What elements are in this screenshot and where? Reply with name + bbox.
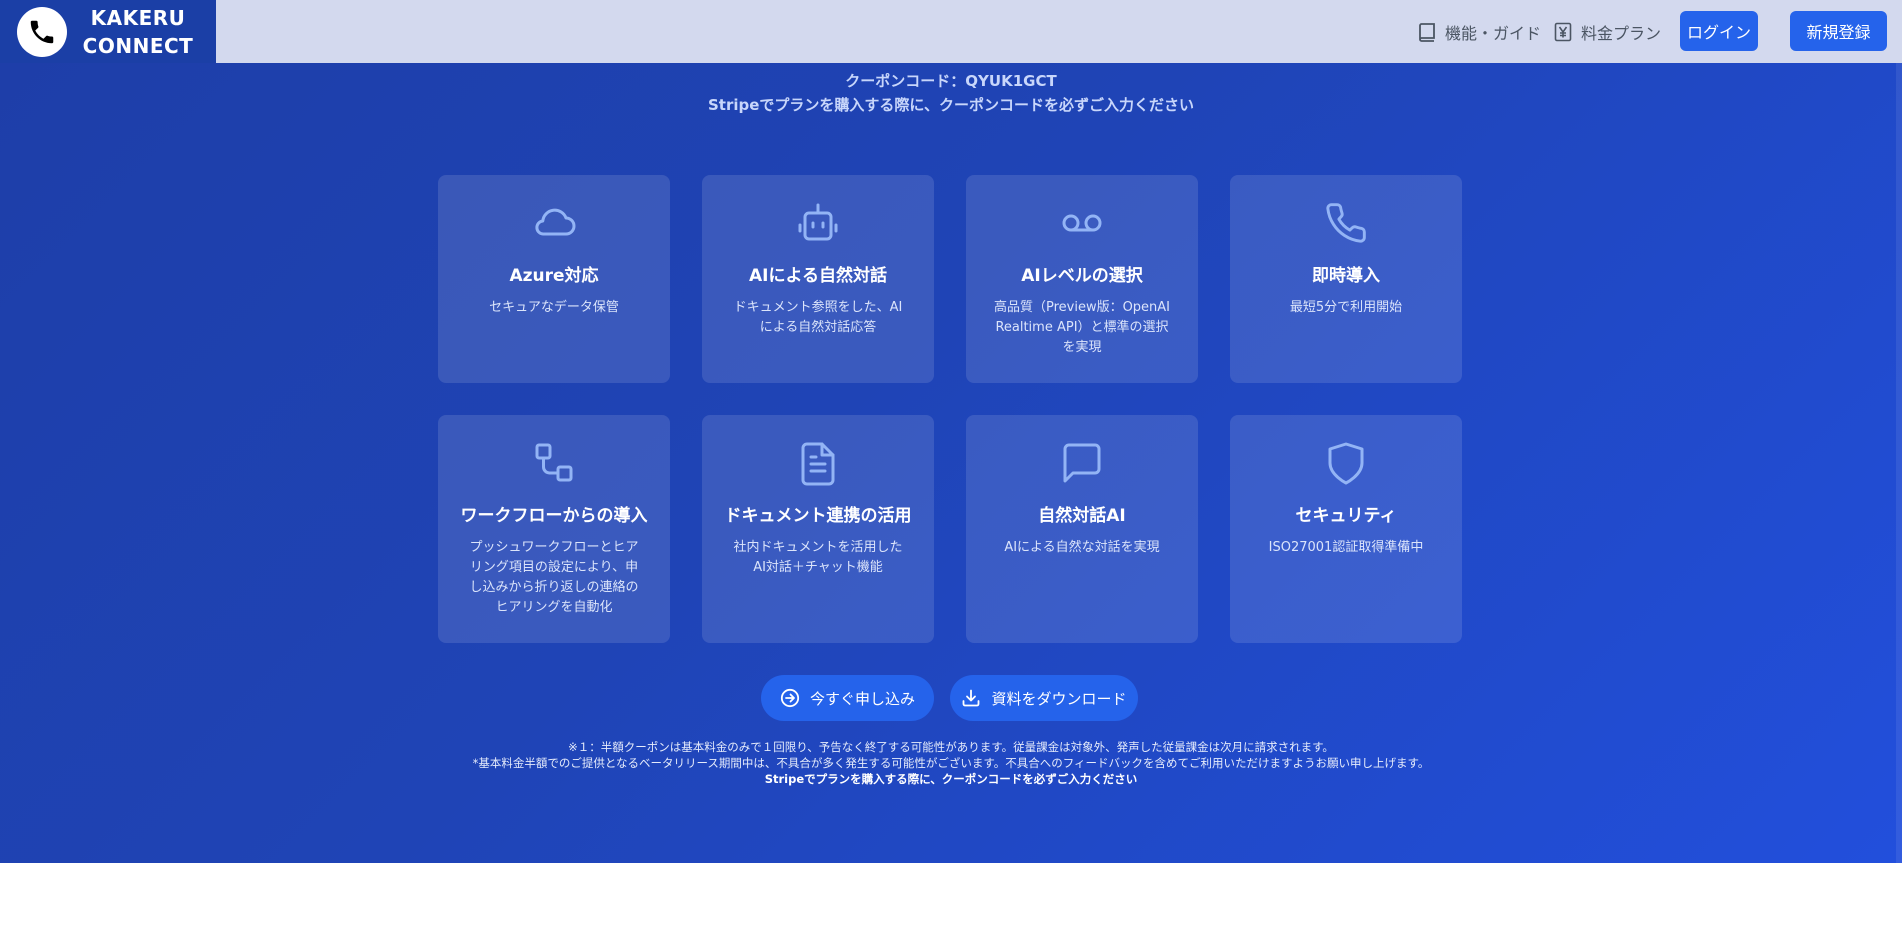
brand-line-1: KAKERU — [90, 5, 186, 30]
feature-card-instant: 即時導入 最短5分で利用開始 — [1230, 175, 1462, 383]
apply-now-label: 今すぐ申し込み — [809, 689, 915, 708]
footnote-2: *基本料金半額でのご提供となるベータリリース期間中は、不具合が多く発生する可能性… — [472, 756, 1430, 770]
feature-card-natural-ai: 自然対話AI AIによる自然な対話を実現 — [966, 415, 1198, 643]
feature-card-ai-level: AIレベルの選択 高品質（Preview版：OpenAI Realtime AP… — [966, 175, 1198, 383]
feature-card-security: セキュリティ ISO27001認証取得準備中 — [1230, 415, 1462, 643]
yen-icon — [1554, 22, 1572, 41]
footnote-3: Stripeでプランを購入する際に、クーポンコードを必ずご入力ください — [764, 772, 1138, 786]
feature-title: 自然対話AI — [1038, 506, 1126, 526]
voicemail-icon — [1062, 214, 1102, 232]
feature-desc: ISO27001認証取得準備中 — [1268, 540, 1424, 555]
coupon-instruction: Stripeでプランを購入する際に、クーポンコードを必ずご入力ください — [708, 96, 1194, 114]
book-icon — [1419, 22, 1435, 42]
arrow-right-circle-icon — [780, 688, 800, 708]
feature-desc: AIによる自然な対話を実現 — [1004, 540, 1160, 555]
nav-pricing-label: 料金プラン — [1581, 23, 1662, 43]
robot-icon — [798, 203, 838, 241]
brand-logo[interactable]: KAKERU CONNECT — [0, 0, 216, 63]
brand-name: KAKERU CONNECT — [73, 4, 203, 60]
feature-title: AIによる自然対話 — [749, 266, 887, 286]
feature-card-azure: Azure対応 セキュアなデータ保管 — [438, 175, 670, 383]
signup-button[interactable]: 新規登録 — [1790, 11, 1887, 51]
download-materials-label: 資料をダウンロード — [991, 689, 1127, 708]
feature-desc: プッシュワークフローとヒアリング項目の設定により、申し込みから折り返しの連絡のヒ… — [469, 540, 639, 615]
apply-now-button[interactable]: 今すぐ申し込み — [761, 675, 934, 721]
footnotes: ※１：半額クーポンは基本料金のみで１回限り、予告なく終了する可能性があります。従… — [0, 739, 1902, 787]
feature-desc: 社内ドキュメントを活用したAI対話＋チャット機能 — [733, 540, 903, 575]
shield-icon — [1328, 442, 1364, 485]
feature-card-ai-dialog: AIによる自然対話 ドキュメント参照をした、AIによる自然対話応答 — [702, 175, 934, 383]
feature-desc: セキュアなデータ保管 — [489, 300, 619, 315]
feature-title: セキュリティ — [1295, 506, 1397, 526]
phone-logo-icon — [17, 6, 67, 57]
nav-guide-label: 機能・ガイド — [1445, 23, 1542, 43]
download-materials-button[interactable]: 資料をダウンロード — [950, 675, 1138, 721]
chat-icon — [1063, 443, 1101, 483]
feature-title: ドキュメント連携の活用 — [724, 506, 912, 526]
phone-icon — [1326, 203, 1366, 243]
brand-line-2: CONNECT — [82, 33, 194, 58]
nav-guide-link[interactable]: 機能・ガイド — [1418, 0, 1541, 63]
workflow-icon — [535, 443, 573, 482]
header: KAKERU CONNECT 機能・ガイド 料金プラン ログイン 新規登録 — [0, 0, 1902, 63]
document-icon — [801, 442, 835, 486]
coupon-code: クーポンコード：QYUK1GCT — [845, 72, 1057, 90]
feature-title: Azure対応 — [509, 266, 599, 286]
login-button[interactable]: ログイン — [1680, 11, 1758, 51]
feature-title: AIレベルの選択 — [1021, 266, 1143, 286]
footnote-1: ※１：半額クーポンは基本料金のみで１回限り、予告なく終了する可能性があります。従… — [568, 740, 1334, 754]
download-icon — [963, 689, 980, 707]
feature-title: ワークフローからの導入 — [460, 506, 648, 526]
hero-section — [0, 0, 1902, 863]
feature-desc: 最短5分で利用開始 — [1289, 300, 1403, 315]
feature-desc: 高品質（Preview版：OpenAI Realtime API）と標準の選択を… — [993, 300, 1171, 355]
cloud-icon — [535, 208, 576, 236]
nav-pricing-link[interactable]: 料金プラン — [1554, 0, 1661, 63]
feature-card-document: ドキュメント連携の活用 社内ドキュメントを活用したAI対話＋チャット機能 — [702, 415, 934, 643]
feature-title: 即時導入 — [1312, 266, 1380, 286]
feature-card-workflow: ワークフローからの導入 プッシュワークフローとヒアリング項目の設定により、申し込… — [438, 415, 670, 643]
feature-desc: ドキュメント参照をした、AIによる自然対話応答 — [733, 300, 903, 335]
